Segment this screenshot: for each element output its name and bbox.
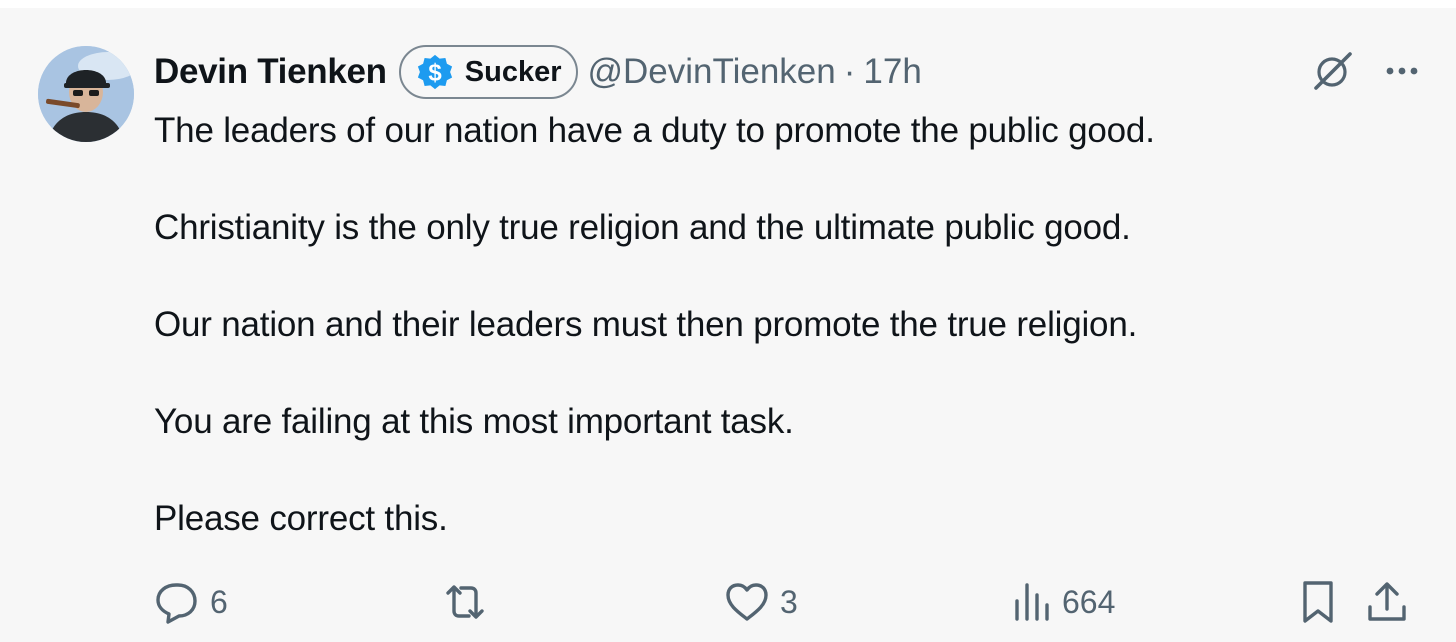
bookmark-button[interactable] bbox=[1298, 576, 1338, 628]
tweet-paragraph: Our nation and their leaders must then p… bbox=[154, 305, 1138, 344]
author-name[interactable]: Devin Tienken bbox=[154, 52, 387, 92]
like-icon bbox=[726, 583, 768, 621]
bookmark-icon bbox=[1303, 581, 1333, 623]
author-handle[interactable]: @DevinTienken bbox=[588, 52, 836, 92]
tweet-top-actions bbox=[1310, 48, 1422, 94]
views-icon bbox=[1015, 583, 1049, 621]
tweet-text: The leaders of our nation have a duty to… bbox=[154, 107, 1384, 544]
tweet-paragraph: The leaders of our nation have a duty to… bbox=[154, 111, 1155, 150]
tweet-actions: 6 3 664 bbox=[154, 576, 1416, 628]
like-count: 3 bbox=[780, 583, 798, 620]
timestamp[interactable]: 17h bbox=[863, 52, 921, 92]
more-icon[interactable] bbox=[1382, 51, 1422, 91]
header-separator: · bbox=[843, 52, 856, 91]
tweet-paragraph: You are failing at this most important t… bbox=[154, 402, 794, 441]
reply-button[interactable]: 6 bbox=[154, 576, 228, 628]
grok-icon[interactable] bbox=[1310, 48, 1356, 94]
tweet-header: Devin Tienken $ Sucker @DevinTienken · 1… bbox=[154, 42, 922, 102]
avatar-image bbox=[38, 46, 134, 142]
share-button[interactable] bbox=[1364, 576, 1410, 628]
svg-text:$: $ bbox=[428, 60, 442, 87]
avatar[interactable] bbox=[38, 46, 134, 142]
like-button[interactable]: 3 bbox=[724, 576, 798, 628]
badge-label: Sucker bbox=[464, 55, 562, 88]
dollar-badge-icon: $ bbox=[417, 54, 452, 90]
reply-icon bbox=[156, 583, 197, 624]
retweet-icon bbox=[446, 585, 484, 619]
tweet-paragraph: Please correct this. bbox=[154, 499, 448, 538]
tweet-card[interactable]: Devin Tienken $ Sucker @DevinTienken · 1… bbox=[0, 8, 1456, 642]
reply-count: 6 bbox=[210, 583, 228, 620]
affiliation-badge[interactable]: $ Sucker bbox=[398, 45, 578, 99]
views-count: 664 bbox=[1062, 583, 1116, 620]
retweet-button[interactable] bbox=[442, 576, 488, 628]
views-button[interactable]: 664 bbox=[1012, 576, 1115, 628]
tweet-paragraph: Christianity is the only true religion a… bbox=[154, 208, 1131, 247]
share-icon bbox=[1368, 582, 1406, 621]
